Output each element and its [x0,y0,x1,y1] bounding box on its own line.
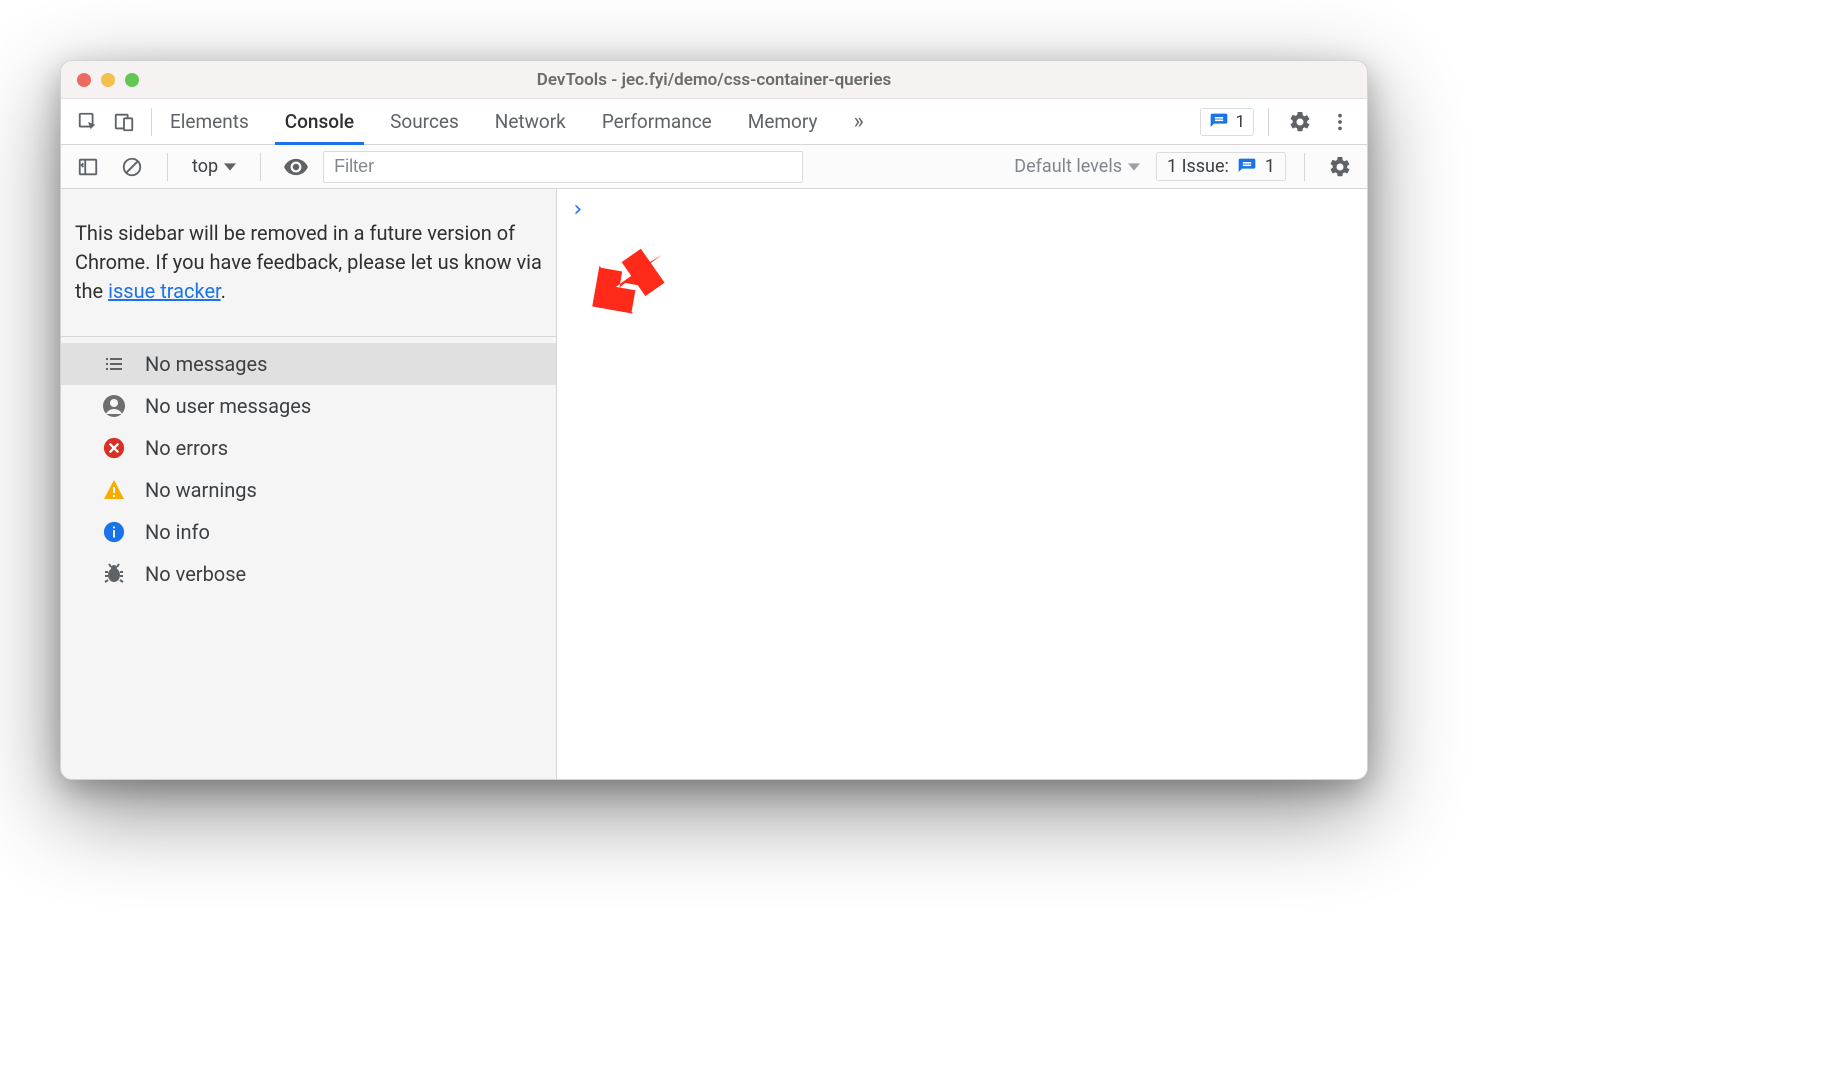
minimize-window-button[interactable] [101,73,115,87]
bug-icon [101,561,127,587]
filter-label: No info [145,520,210,544]
console-sidebar: This sidebar will be removed in a future… [61,189,557,779]
filter-label: No user messages [145,394,311,418]
console-settings-icon[interactable] [1323,150,1357,184]
close-window-button[interactable] [77,73,91,87]
live-expression-icon[interactable] [279,150,313,184]
chat-icon [1209,112,1229,132]
sidebar-filter-list: No messages No user messages No errors [61,337,556,595]
filter-info[interactable]: No info [61,511,556,553]
sidebar-toggle-icon[interactable] [71,150,105,184]
separator [151,108,152,136]
separator [1304,153,1305,181]
filter-label: No verbose [145,562,246,586]
filter-label: No warnings [145,478,257,502]
deprecation-notice: This sidebar will be removed in a future… [61,189,556,337]
tab-memory[interactable]: Memory [744,99,822,144]
error-icon [101,435,127,461]
toolbar-right: 1 [1200,105,1357,139]
console-toolbar: top Default levels 1 Issue: 1 [61,145,1367,189]
device-toggle-icon[interactable] [107,105,141,139]
levels-label: Default levels [1014,156,1122,177]
chat-icon [1237,157,1257,177]
tab-console[interactable]: Console [281,99,358,144]
settings-icon[interactable] [1283,105,1317,139]
filter-user-messages[interactable]: No user messages [61,385,556,427]
console-prompt: › [571,197,584,222]
context-selector[interactable]: top [186,152,242,181]
issue-label: 1 Issue: [1167,156,1229,177]
tab-elements[interactable]: Elements [166,99,253,144]
titlebar: DevTools - jec.fyi/demo/css-container-qu… [61,61,1367,99]
issue-count: 1 [1265,156,1275,177]
window-title: DevTools - jec.fyi/demo/css-container-qu… [61,70,1367,90]
filter-input[interactable] [323,151,803,183]
info-icon [101,519,127,545]
filter-messages[interactable]: No messages [61,343,556,385]
deprecation-text-post: . [221,279,226,303]
issue-tracker-link[interactable]: issue tracker [108,279,221,303]
maximize-window-button[interactable] [125,73,139,87]
main-toolbar: Elements Console Sources Network Perform… [61,99,1367,145]
tab-sources[interactable]: Sources [386,99,463,144]
more-menu-icon[interactable] [1323,105,1357,139]
inspect-element-icon[interactable] [71,105,105,139]
issues-badge[interactable]: 1 [1200,108,1254,136]
issues-link[interactable]: 1 Issue: 1 [1156,152,1286,181]
filter-label: No messages [145,352,267,376]
log-levels-selector[interactable]: Default levels [1008,156,1146,177]
filter-warnings[interactable]: No warnings [61,469,556,511]
filter-errors[interactable]: No errors [61,427,556,469]
list-icon [101,351,127,377]
tabs-overflow[interactable]: » [850,99,868,144]
separator [1268,108,1269,136]
console-output-area[interactable]: › [557,189,1367,779]
clear-console-icon[interactable] [115,150,149,184]
tab-network[interactable]: Network [491,99,570,144]
separator [260,153,261,181]
filter-label: No errors [145,436,228,460]
issues-badge-count: 1 [1235,112,1245,132]
dropdown-triangle-icon [1128,161,1140,173]
devtools-window: DevTools - jec.fyi/demo/css-container-qu… [60,60,1368,780]
context-label: top [192,156,218,177]
separator [167,153,168,181]
filter-verbose[interactable]: No verbose [61,553,556,595]
user-icon [101,393,127,419]
dropdown-triangle-icon [224,161,236,173]
panel-tabs: Elements Console Sources Network Perform… [166,99,1198,144]
console-body: This sidebar will be removed in a future… [61,189,1367,779]
warning-icon [101,477,127,503]
tab-performance[interactable]: Performance [598,99,716,144]
traffic-lights [77,73,139,87]
